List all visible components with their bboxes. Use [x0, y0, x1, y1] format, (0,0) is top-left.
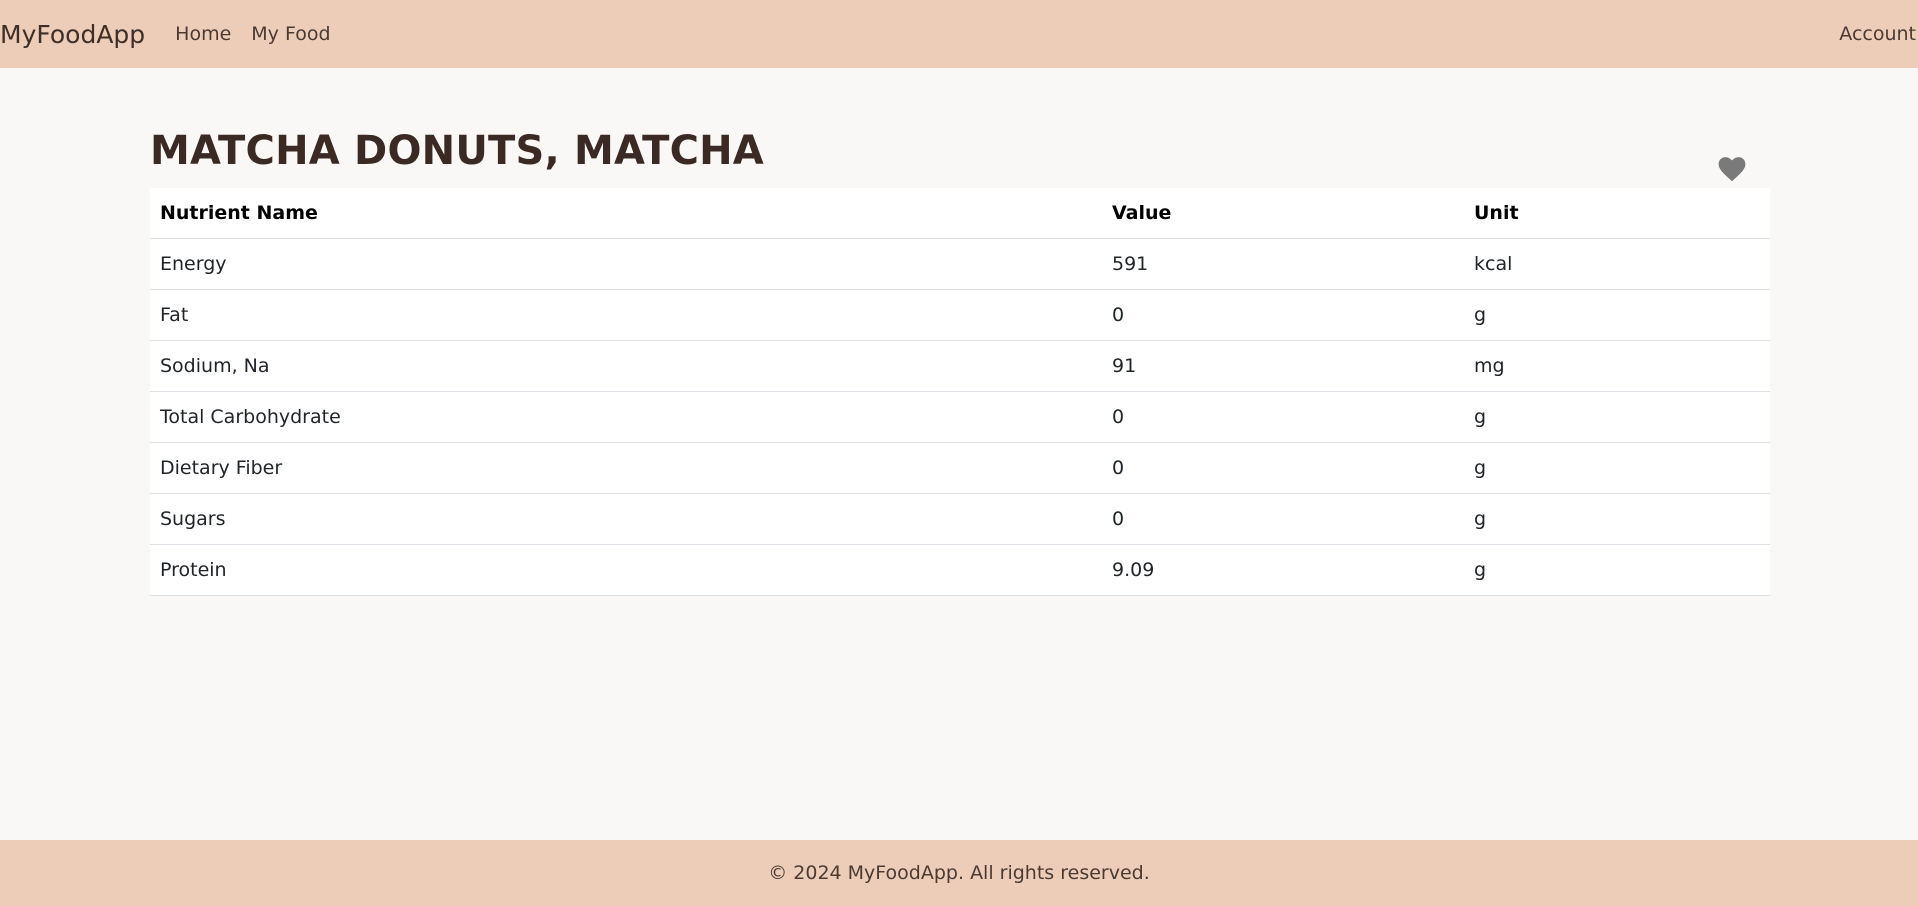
main-content: MATCHA DONUTS, MATCHA Nutrient Name Valu… [150, 68, 1770, 596]
nutrient-name: Sugars [150, 493, 1102, 545]
nutrient-value: 0 [1102, 493, 1464, 545]
table-row: Sodium, Na 91 mg [150, 340, 1770, 392]
nav-link-home[interactable]: Home [175, 23, 231, 45]
nutrient-value: 9.09 [1102, 544, 1464, 596]
page-title: MATCHA DONUTS, MATCHA [150, 128, 764, 174]
nutrient-value: 0 [1102, 289, 1464, 341]
header-nutrient-name: Nutrient Name [150, 188, 1102, 239]
navbar: MyFoodApp Home My Food Account [0, 0, 1918, 68]
header-value: Value [1102, 188, 1464, 239]
heart-icon-svg [1718, 157, 1746, 182]
nutrient-name: Fat [150, 289, 1102, 341]
footer-copyright: © 2024 MyFoodApp. All rights reserved. [768, 862, 1150, 884]
account-link[interactable]: Account [1839, 23, 1916, 45]
nutrient-unit: g [1464, 493, 1770, 545]
nav-link-my-food[interactable]: My Food [251, 23, 330, 45]
nutrient-value: 0 [1102, 442, 1464, 494]
title-row: MATCHA DONUTS, MATCHA [150, 68, 1770, 188]
nutrient-value: 591 [1102, 238, 1464, 290]
table-row: Energy 591 kcal [150, 238, 1770, 290]
nutrient-value: 91 [1102, 340, 1464, 392]
nutrient-name: Total Carbohydrate [150, 391, 1102, 443]
nutrient-name: Dietary Fiber [150, 442, 1102, 494]
header-unit: Unit [1464, 188, 1770, 239]
brand-link[interactable]: MyFoodApp [0, 20, 145, 49]
heart-icon[interactable] [1718, 156, 1746, 182]
nutrient-unit: g [1464, 442, 1770, 494]
table-row: Dietary Fiber 0 g [150, 442, 1770, 494]
table-row: Sugars 0 g [150, 493, 1770, 545]
nutrient-unit: mg [1464, 340, 1770, 392]
nutrient-unit: g [1464, 391, 1770, 443]
nutrient-name: Energy [150, 238, 1102, 290]
nutrient-table: Nutrient Name Value Unit Energy 591 kcal… [150, 188, 1770, 596]
nutrient-value: 0 [1102, 391, 1464, 443]
nutrient-name: Protein [150, 544, 1102, 596]
nutrient-name: Sodium, Na [150, 340, 1102, 392]
nutrient-unit: g [1464, 544, 1770, 596]
nutrient-unit: g [1464, 289, 1770, 341]
table-row: Total Carbohydrate 0 g [150, 391, 1770, 443]
table-header-row: Nutrient Name Value Unit [150, 188, 1770, 239]
table-row: Fat 0 g [150, 289, 1770, 341]
nutrient-unit: kcal [1464, 238, 1770, 290]
footer: © 2024 MyFoodApp. All rights reserved. [0, 840, 1918, 906]
table-row: Protein 9.09 g [150, 544, 1770, 596]
